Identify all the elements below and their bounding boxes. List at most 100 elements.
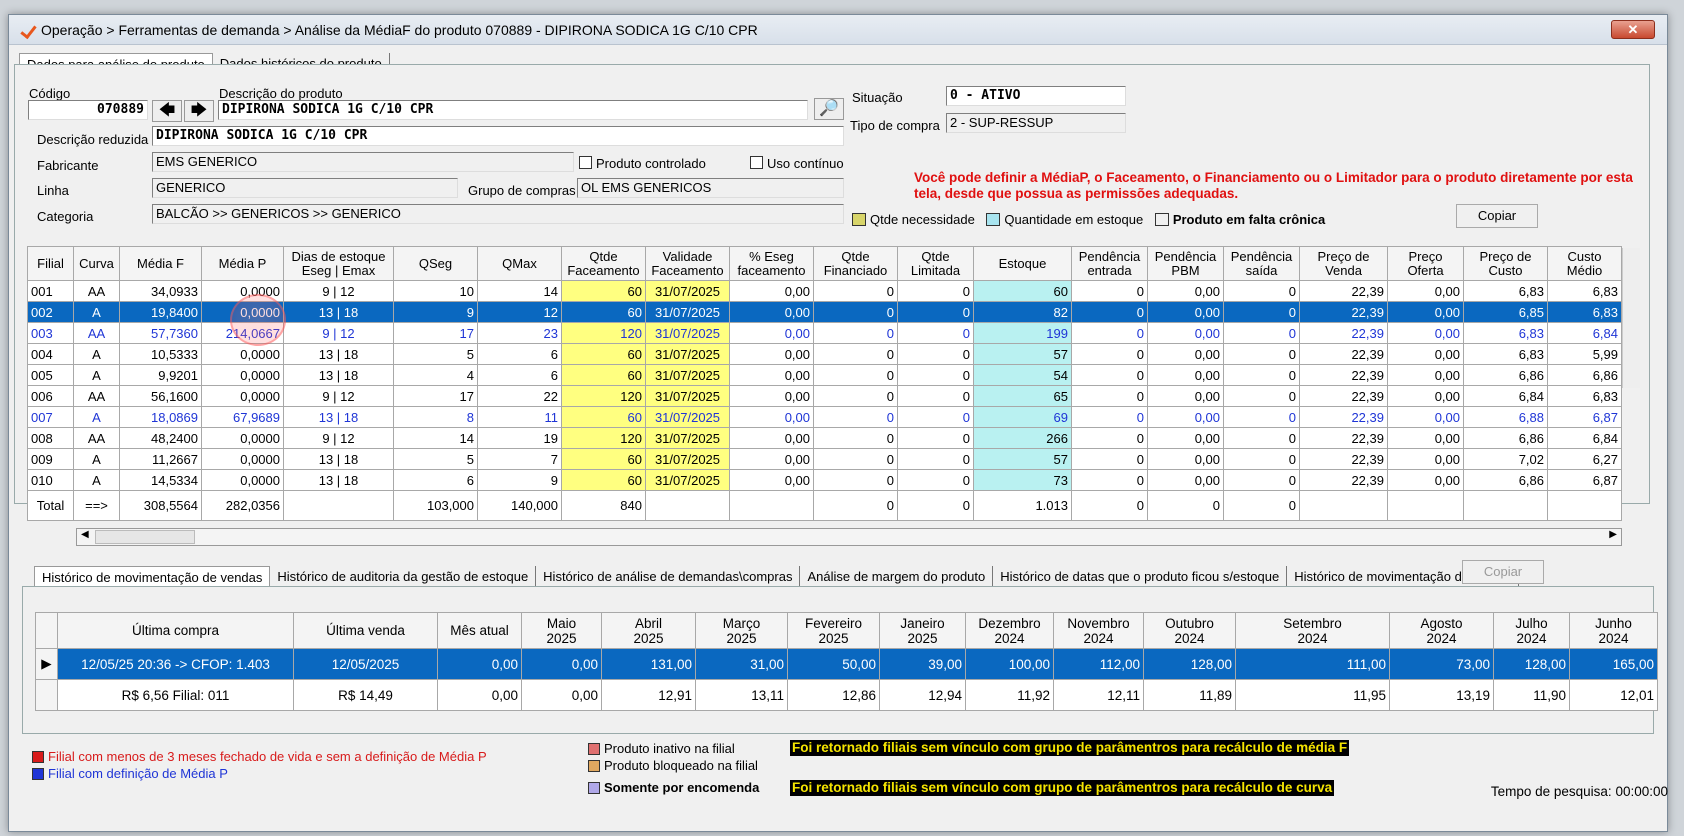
- grid-header[interactable]: Média P: [201, 246, 284, 281]
- grid-cell[interactable]: 6,87: [1547, 469, 1622, 491]
- grid-cell[interactable]: 13 | 18: [283, 406, 394, 428]
- grid-cell[interactable]: 13 | 18: [283, 343, 394, 365]
- grid-cell[interactable]: 19,8400: [119, 301, 202, 323]
- grid-cell[interactable]: 11: [477, 406, 562, 428]
- grid-header[interactable]: % Eseg faceamento: [729, 246, 814, 281]
- grid-cell[interactable]: 0: [897, 301, 974, 323]
- grid-header[interactable]: Pendência PBM: [1147, 246, 1224, 281]
- grid-cell[interactable]: 0: [1223, 301, 1300, 323]
- history-cell[interactable]: 128,00: [1143, 648, 1236, 680]
- grid-header[interactable]: QSeg: [393, 246, 478, 281]
- descricao-field[interactable]: DIPIRONA SODICA 1G C/10 CPR: [218, 100, 808, 120]
- search-button[interactable]: 🔎: [814, 98, 844, 120]
- grid-cell[interactable]: 22,39: [1299, 385, 1388, 407]
- grid-horizontal-scrollbar[interactable]: ◀ ▶: [76, 528, 1622, 546]
- grid-cell[interactable]: 0: [1071, 343, 1148, 365]
- grid-vertical-scrollbar[interactable]: [1622, 248, 1640, 388]
- grid-header[interactable]: Qtde Limitada: [897, 246, 974, 281]
- grid-cell[interactable]: 9 | 12: [283, 280, 394, 302]
- grid-cell[interactable]: 0,00: [729, 406, 814, 428]
- history-cell[interactable]: 0,00: [521, 648, 602, 680]
- grid-cell[interactable]: 0,00: [729, 322, 814, 344]
- history-cell[interactable]: 31,00: [695, 648, 788, 680]
- grid-cell[interactable]: 22,39: [1299, 469, 1388, 491]
- history-cell[interactable]: 11,92: [965, 679, 1054, 711]
- grid-cell[interactable]: 0,00: [729, 448, 814, 470]
- history-cell[interactable]: R$ 6,56 Filial: 011: [57, 679, 294, 711]
- grid-cell[interactable]: 6,84: [1463, 385, 1548, 407]
- grid-cell[interactable]: 31/07/2025: [645, 364, 730, 386]
- grid-cell[interactable]: 22: [477, 385, 562, 407]
- grid-row[interactable]: 006 AA 56,1600 0,0000 9 | 12 17 22 120 31/07/202…: [27, 385, 1622, 407]
- history-cell[interactable]: 0,00: [521, 679, 602, 711]
- grid-cell[interactable]: 003: [27, 322, 74, 344]
- grid-cell[interactable]: 13 | 18: [283, 448, 394, 470]
- grid-cell[interactable]: 0: [1223, 427, 1300, 449]
- grid-cell[interactable]: 6,83: [1547, 385, 1622, 407]
- grid-cell[interactable]: 6,83: [1547, 301, 1622, 323]
- history-tab[interactable]: Análise de margem do produto: [800, 566, 994, 588]
- history-cell[interactable]: 0,00: [437, 648, 522, 680]
- grid-cell[interactable]: 22,39: [1299, 343, 1388, 365]
- grid-cell[interactable]: 0,00: [729, 343, 814, 365]
- history-row[interactable]: R$ 6,56 Filial: 011 R$ 14,49 0,00 0,00 12,91…: [35, 679, 1658, 711]
- grid-cell[interactable]: 31/07/2025: [645, 301, 730, 323]
- grid-cell[interactable]: 7: [477, 448, 562, 470]
- desc-reduzida-field[interactable]: DIPIRONA SODICA 1G C/10 CPR: [152, 126, 844, 146]
- grid-header[interactable]: Média F: [119, 246, 202, 281]
- grid-cell[interactable]: 60: [561, 301, 646, 323]
- grid-cell[interactable]: 0,00: [1387, 322, 1464, 344]
- codigo-field[interactable]: 070889: [28, 100, 148, 120]
- grid-cell[interactable]: 6,83: [1463, 280, 1548, 302]
- history-cell[interactable]: 0,00: [437, 679, 522, 711]
- history-tab[interactable]: Histórico de movimentação de vendas: [34, 566, 271, 588]
- grid-cell[interactable]: 22,39: [1299, 448, 1388, 470]
- history-cell[interactable]: 12,91: [601, 679, 696, 711]
- history-cell[interactable]: 13,11: [695, 679, 788, 711]
- uso-continuo-checkbox[interactable]: [750, 156, 763, 169]
- grid-cell[interactable]: 65: [973, 385, 1072, 407]
- grid-cell[interactable]: 006: [27, 385, 74, 407]
- grid-cell[interactable]: 31/07/2025: [645, 280, 730, 302]
- next-arrow-button[interactable]: 🡆: [184, 100, 214, 122]
- grid-cell[interactable]: 31/07/2025: [645, 469, 730, 491]
- grid-cell[interactable]: 0,00: [1147, 469, 1224, 491]
- grid-cell[interactable]: 0: [897, 280, 974, 302]
- grid-cell[interactable]: 31/07/2025: [645, 448, 730, 470]
- grid-cell[interactable]: 8: [393, 406, 478, 428]
- grid-cell[interactable]: 60: [561, 343, 646, 365]
- grid-cell[interactable]: 31/07/2025: [645, 322, 730, 344]
- grid-cell[interactable]: 0: [1071, 301, 1148, 323]
- history-cell[interactable]: 12,94: [879, 679, 966, 711]
- grid-header[interactable]: Preço Oferta: [1387, 246, 1464, 281]
- history-cell[interactable]: 100,00: [965, 648, 1054, 680]
- scroll-thumb[interactable]: [95, 530, 195, 544]
- grid-cell[interactable]: 0,00: [1147, 343, 1224, 365]
- grid-header[interactable]: QMax: [477, 246, 562, 281]
- grid-cell[interactable]: 4: [393, 364, 478, 386]
- grid-cell[interactable]: 0,0000: [201, 469, 284, 491]
- grid-cell[interactable]: 0: [1223, 364, 1300, 386]
- grid-cell[interactable]: 60: [561, 448, 646, 470]
- grid-cell[interactable]: 60: [561, 280, 646, 302]
- grid-cell[interactable]: 0,0000: [201, 385, 284, 407]
- history-cell[interactable]: 73,00: [1389, 648, 1494, 680]
- grid-cell[interactable]: 120: [561, 322, 646, 344]
- grid-cell[interactable]: 31/07/2025: [645, 343, 730, 365]
- grid-cell[interactable]: 0: [1071, 364, 1148, 386]
- produto-controlado-checkbox[interactable]: [579, 156, 592, 169]
- grid-cell[interactable]: 17: [393, 385, 478, 407]
- history-cell[interactable]: 12,86: [787, 679, 880, 711]
- grid-cell[interactable]: 0,00: [729, 385, 814, 407]
- grid-cell[interactable]: 0: [1223, 469, 1300, 491]
- history-cell[interactable]: 12/05/2025: [293, 648, 438, 680]
- grid-cell[interactable]: 6: [393, 469, 478, 491]
- grid-cell[interactable]: 6,87: [1547, 406, 1622, 428]
- grid-cell[interactable]: 266: [973, 427, 1072, 449]
- grid-header[interactable]: Curva: [73, 246, 120, 281]
- history-cell[interactable]: 12,01: [1569, 679, 1658, 711]
- grid-cell[interactable]: 0,00: [1147, 406, 1224, 428]
- grid-cell[interactable]: 6,83: [1463, 343, 1548, 365]
- grid-cell[interactable]: A: [73, 301, 120, 323]
- history-cell[interactable]: 12,11: [1053, 679, 1144, 711]
